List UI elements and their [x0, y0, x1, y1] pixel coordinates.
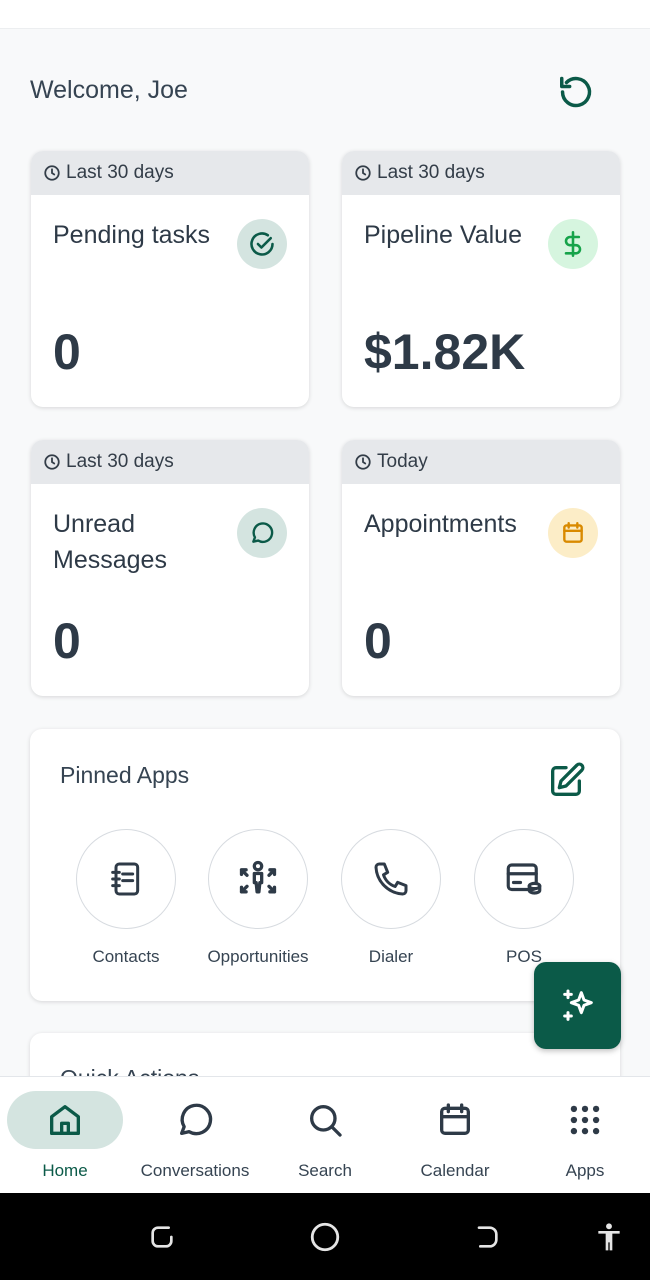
- card-title: Unread Messages: [53, 510, 167, 574]
- nav-calendar[interactable]: Calendar: [390, 1091, 520, 1181]
- home-circle-icon: [310, 1222, 340, 1252]
- nav-label: Calendar: [420, 1161, 490, 1180]
- search-icon: [310, 1105, 342, 1137]
- accessibility-button[interactable]: [589, 1217, 629, 1257]
- pinned-apps-title: Pinned Apps: [60, 762, 190, 788]
- refresh-icon: [560, 76, 592, 108]
- nav-label: Apps: [565, 1161, 605, 1180]
- card-title: Pipeline Value: [364, 221, 522, 249]
- pinned-apps-section: Pinned Apps Contacts Opportunities Diale…: [30, 729, 620, 1001]
- message-icon: [252, 522, 274, 544]
- app-label: Opportunities: [207, 947, 309, 966]
- check-circle-icon: [250, 232, 274, 256]
- pinned-app-contacts[interactable]: Contacts: [56, 829, 196, 967]
- card-value: $1.82K: [364, 324, 526, 380]
- card-icon-badge: [237, 508, 287, 558]
- pinned-app-dialer[interactable]: Dialer: [321, 829, 461, 967]
- edit-pinned-apps-button[interactable]: [544, 759, 588, 803]
- card-icon-badge: [237, 219, 287, 269]
- contacts-book-icon: [111, 862, 140, 896]
- opportunities-icon: [239, 860, 277, 894]
- system-navigation-bar: [0, 1193, 650, 1280]
- clock-icon: [44, 165, 60, 181]
- pinned-app-opportunities[interactable]: Opportunities: [188, 829, 328, 967]
- pinned-app-pos[interactable]: POS: [454, 829, 594, 967]
- nav-icon-wrap: [397, 1091, 513, 1149]
- calendar-icon: [440, 1103, 470, 1135]
- app-icon-circle: [474, 829, 574, 929]
- clock-icon: [355, 454, 371, 470]
- nav-icon-wrap: [267, 1091, 383, 1149]
- recent-apps-button[interactable]: [142, 1217, 182, 1257]
- card-period-label: Last 30 days: [66, 451, 174, 472]
- card-icon-badge: [548, 219, 598, 269]
- refresh-button[interactable]: [556, 72, 596, 112]
- clock-icon: [44, 454, 60, 470]
- dollar-icon: [564, 231, 582, 257]
- card-period: Today: [342, 440, 620, 484]
- nav-label: Conversations: [140, 1161, 250, 1180]
- nav-label: Home: [42, 1161, 88, 1180]
- card-icon-badge: [548, 508, 598, 558]
- pos-icon: [506, 863, 542, 895]
- recent-apps-icon: [151, 1226, 173, 1248]
- back-button[interactable]: [467, 1217, 507, 1257]
- card-value: 0: [53, 613, 81, 669]
- card-pipeline-value[interactable]: Last 30 days Pipeline Value $1.82K: [342, 151, 620, 407]
- card-title: Appointments: [364, 510, 517, 538]
- app-icon-circle: [76, 829, 176, 929]
- nav-search[interactable]: Search: [260, 1091, 390, 1181]
- nav-conversations[interactable]: Conversations: [130, 1091, 260, 1181]
- card-period: Last 30 days: [342, 151, 620, 195]
- card-title: Pending tasks: [53, 221, 211, 249]
- bottom-navigation: Home Conversations Search Calendar Apps: [0, 1076, 650, 1194]
- welcome-text: Welcome, Joe: [30, 76, 188, 104]
- card-period: Last 30 days: [31, 440, 309, 484]
- card-value: 0: [53, 324, 81, 380]
- card-unread-messages[interactable]: Last 30 days Unread Messages 0: [31, 440, 309, 696]
- sparkles-icon: [562, 989, 593, 1021]
- conversations-icon: [180, 1103, 213, 1136]
- card-pending-tasks[interactable]: Last 30 days Pending tasks 0: [31, 151, 309, 407]
- app-label: Contacts: [92, 947, 160, 966]
- nav-label: Search: [298, 1161, 352, 1180]
- calendar-icon: [563, 522, 583, 543]
- ai-assistant-fab[interactable]: [534, 962, 621, 1049]
- nav-icon-wrap: [7, 1091, 123, 1149]
- card-appointments[interactable]: Today Appointments 0: [342, 440, 620, 696]
- home-system-button[interactable]: [305, 1217, 345, 1257]
- card-period-label: Today: [377, 451, 428, 472]
- card-value: 0: [364, 613, 392, 669]
- app-label: Dialer: [368, 947, 414, 966]
- home-icon: [50, 1105, 81, 1135]
- app-icon-circle: [341, 829, 441, 929]
- nav-icon-wrap: [527, 1091, 643, 1149]
- phone-icon: [374, 862, 408, 896]
- card-period-label: Last 30 days: [66, 162, 174, 183]
- edit-icon: [551, 762, 585, 796]
- card-period-label: Last 30 days: [377, 162, 485, 183]
- back-icon: [477, 1226, 498, 1248]
- nav-home[interactable]: Home: [0, 1091, 130, 1181]
- clock-icon: [355, 165, 371, 181]
- top-status-area: [0, 0, 650, 29]
- nav-apps[interactable]: Apps: [520, 1091, 650, 1181]
- card-period: Last 30 days: [31, 151, 309, 195]
- app-icon-circle: [208, 829, 308, 929]
- nav-icon-wrap: [137, 1091, 253, 1149]
- accessibility-icon: [598, 1223, 620, 1251]
- apps-grid-icon: [570, 1105, 600, 1135]
